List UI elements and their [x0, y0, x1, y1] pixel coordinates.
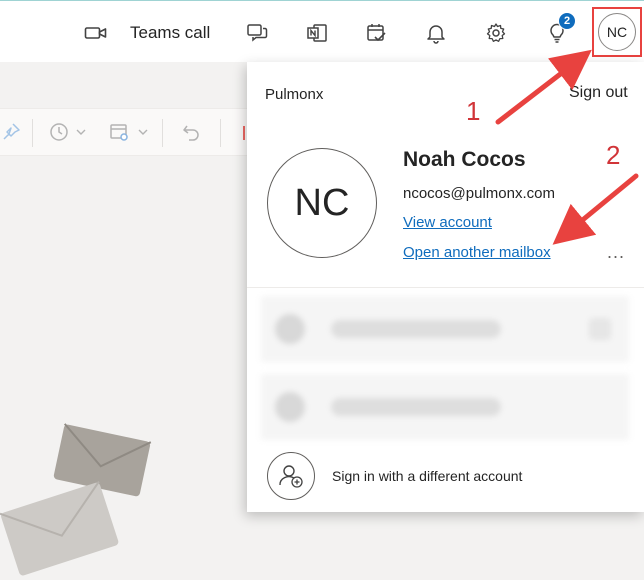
other-account-row[interactable] — [261, 374, 629, 440]
pin-icon[interactable] — [0, 121, 22, 143]
teams-call-label: Teams call — [130, 23, 211, 42]
blurred-action — [589, 318, 611, 340]
account-highlight-box[interactable]: NC — [592, 7, 642, 57]
toolbar-divider — [220, 119, 221, 147]
step-label-2: 2 — [606, 140, 621, 170]
toolbar-divider — [162, 119, 163, 147]
bell-icon — [427, 25, 445, 44]
sign-out-link[interactable]: Sign out — [569, 84, 628, 102]
my-day-button[interactable] — [361, 18, 391, 48]
envelope-illustration — [0, 423, 152, 576]
step-label-1: 1 — [466, 96, 481, 126]
add-person-icon — [267, 452, 315, 500]
notification-badge: 2 — [558, 12, 576, 30]
ribbon-toolbar — [0, 108, 250, 156]
teams-call-button[interactable]: Teams call — [84, 19, 210, 47]
sign-in-different-label: Sign in with a different account — [332, 468, 523, 484]
blurred-avatar — [275, 314, 305, 344]
tenant-name: Pulmonx — [265, 86, 324, 103]
user-email: ncocos@pulmonx.com — [403, 185, 555, 202]
panel-divider — [247, 287, 644, 288]
chat-icon — [247, 24, 268, 42]
settings-button[interactable] — [481, 18, 511, 48]
open-another-mailbox-link[interactable]: Open another mailbox — [403, 244, 551, 261]
chat-button[interactable] — [242, 18, 272, 48]
sign-in-different-account-button[interactable]: Sign in with a different account — [267, 450, 627, 502]
toolbar-divider — [32, 119, 33, 147]
chevron-down-icon[interactable] — [136, 121, 150, 143]
video-icon — [84, 27, 107, 39]
chevron-down-icon[interactable] — [74, 121, 88, 143]
notifications-button[interactable] — [421, 18, 451, 48]
top-bar: Teams call 2 NC — [0, 0, 644, 62]
gear-icon — [486, 23, 506, 42]
account-manager-panel: Pulmonx Sign out NC Noah Cocos ncocos@pu… — [247, 62, 644, 512]
calendar-gear-icon[interactable] — [108, 121, 130, 143]
other-account-row[interactable] — [261, 296, 629, 362]
account-avatar-button[interactable]: NC — [598, 13, 636, 51]
blurred-avatar — [275, 392, 305, 422]
profile-avatar: NC — [267, 148, 377, 258]
user-name: Noah Cocos — [403, 148, 526, 171]
blurred-account-name — [331, 398, 501, 416]
onenote-button[interactable] — [302, 18, 332, 48]
clock-icon[interactable] — [48, 121, 70, 143]
undo-icon[interactable] — [180, 121, 202, 143]
view-account-link[interactable]: View account — [403, 214, 492, 231]
onenote-icon — [307, 24, 327, 42]
tips-button[interactable]: 2 — [542, 12, 576, 48]
blurred-account-name — [331, 320, 501, 338]
calendar-check-icon — [367, 24, 386, 42]
more-options-button[interactable]: ... — [607, 242, 625, 263]
